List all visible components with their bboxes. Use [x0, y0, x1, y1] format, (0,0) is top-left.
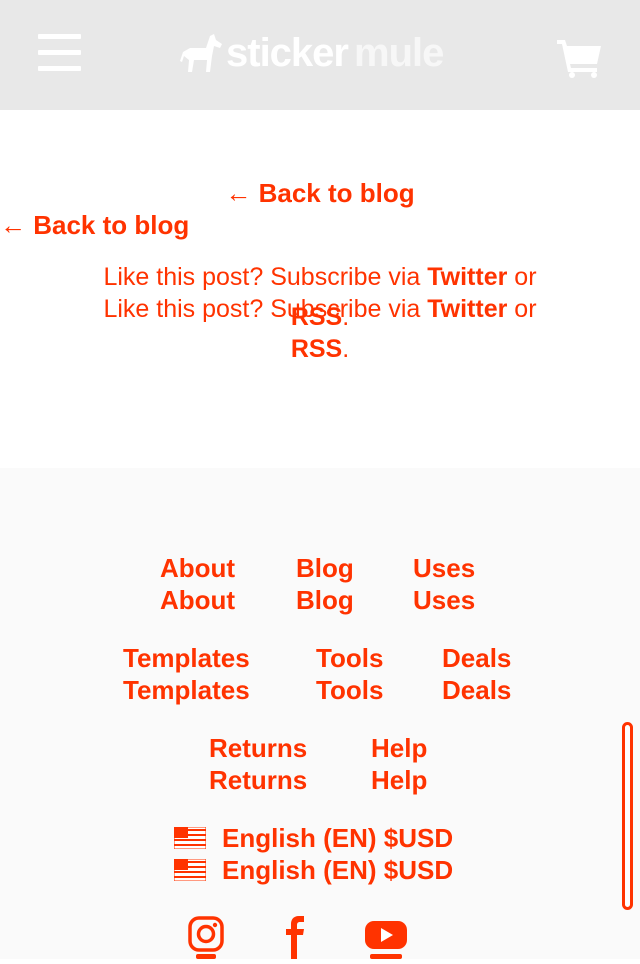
rss-line-duplicate: RSS. [290, 335, 350, 363]
footer-link-help[interactable]: Help [371, 732, 427, 764]
rss-link[interactable]: RSS [291, 303, 342, 331]
language-label: English (EN) $USD [222, 823, 454, 853]
back-to-blog-area: ← Back to blog ← Back to blog [0, 176, 640, 240]
rss-link-duplicate[interactable]: RSS [291, 335, 342, 363]
shopping-cart-icon [557, 40, 601, 78]
brand-name-part-2: mule [354, 31, 444, 75]
instagram-link[interactable] [188, 916, 224, 964]
footer-link-returns[interactable]: Returns [209, 732, 307, 764]
footer-link-tools-duplicate[interactable]: Tools [316, 674, 383, 706]
hamburger-menu-icon [38, 34, 81, 39]
footer-link-tools[interactable]: Tools [316, 642, 383, 674]
footer-link-about-duplicate[interactable]: About [160, 584, 235, 616]
youtube-link[interactable] [364, 916, 408, 964]
facebook-link[interactable] [285, 916, 307, 964]
footer-link-returns-duplicate[interactable]: Returns [209, 764, 307, 796]
footer-link-uses[interactable]: Uses [413, 552, 475, 584]
footer-link-blog[interactable]: Blog [296, 552, 354, 584]
us-flag-icon [174, 859, 206, 881]
footer-link-templates[interactable]: Templates [123, 642, 250, 674]
facebook-icon [286, 916, 304, 959]
footer-link-uses-duplicate[interactable]: Uses [413, 584, 475, 616]
back-to-blog-link[interactable]: ← Back to blog [0, 176, 640, 210]
footer-link-about[interactable]: About [160, 552, 235, 584]
instagram-icon [188, 916, 224, 959]
us-flag-icon [174, 827, 206, 849]
mule-logo-icon [180, 34, 222, 72]
brand-logo[interactable]: sticker mule [180, 30, 470, 76]
footer-row-2: Templates Templates Tools Tools Deals De… [0, 642, 640, 706]
footer-link-blog-duplicate[interactable]: Blog [296, 584, 354, 616]
top-header: sticker mule [0, 0, 640, 110]
youtube-icon [365, 921, 407, 959]
brand-name-part-1: sticker [226, 31, 349, 75]
back-to-blog-link-duplicate[interactable]: ← Back to blog [0, 208, 189, 242]
rss-line: RSS. [290, 303, 350, 331]
footer-link-help-duplicate[interactable]: Help [371, 764, 427, 796]
footer-link-deals-duplicate[interactable]: Deals [442, 674, 511, 706]
cart-button[interactable] [557, 38, 603, 83]
footer-row-3: Returns Returns Help Help [0, 732, 640, 796]
subscribe-line: Like this post? Subscribe via Twitter or [103, 263, 537, 291]
menu-button[interactable] [38, 34, 82, 74]
footer-link-deals[interactable]: Deals [442, 642, 511, 674]
scrollbar[interactable] [622, 722, 633, 910]
footer-link-templates-duplicate[interactable]: Templates [123, 674, 250, 706]
language-label-duplicate: English (EN) $USD [222, 855, 454, 885]
footer-row-1: About About Blog Blog Uses Uses [0, 552, 640, 616]
